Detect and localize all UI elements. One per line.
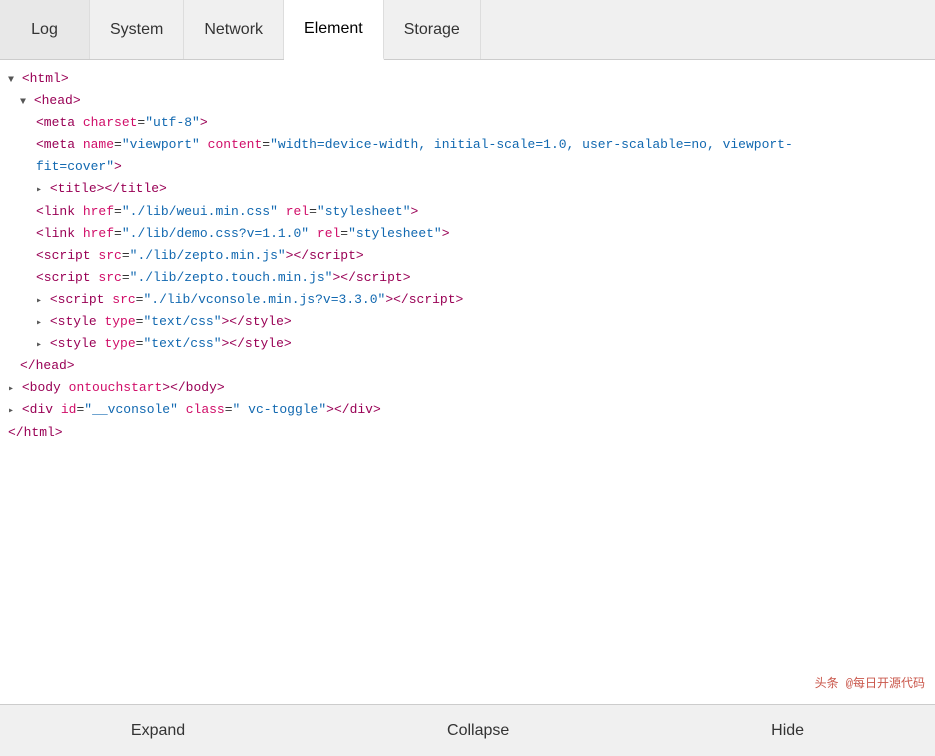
line-meta-viewport: <meta name="viewport" content="width=dev… <box>0 134 935 156</box>
tab-network[interactable]: Network <box>184 0 284 59</box>
line-html-close: </html> <box>0 422 935 444</box>
line-script-zepto-touch: <script src="./lib/zepto.touch.min.js"><… <box>0 267 935 289</box>
triangle-head[interactable]: ▼ <box>20 97 26 108</box>
triangle-script-vconsole[interactable]: ▸ <box>36 296 42 307</box>
line-link-weui: <link href="./lib/weui.min.css" rel="sty… <box>0 201 935 223</box>
line-div-vconsole: ▸ <div id="__vconsole" class=" vc-toggle… <box>0 399 935 421</box>
line-meta-viewport-cont: fit=cover"> <box>0 156 935 178</box>
line-style-1: ▸ <style type="text/css"></style> <box>0 311 935 333</box>
tab-bar: Log System Network Element Storage <box>0 0 935 60</box>
triangle-body[interactable]: ▸ <box>8 384 14 395</box>
line-html-open: ▼ <html> <box>0 68 935 90</box>
watermark: 头条 @每日开源代码 <box>815 674 925 694</box>
element-content: ▼ <html> ▼ <head> <meta charset="utf-8">… <box>0 60 935 704</box>
triangle-html[interactable]: ▼ <box>8 75 14 86</box>
line-link-demo: <link href="./lib/demo.css?v=1.1.0" rel=… <box>0 223 935 245</box>
line-script-zepto: <script src="./lib/zepto.min.js"></scrip… <box>0 245 935 267</box>
triangle-style2[interactable]: ▸ <box>36 340 42 351</box>
bottom-bar: Expand Collapse Hide <box>0 704 935 756</box>
line-meta-charset: <meta charset="utf-8"> <box>0 112 935 134</box>
expand-button[interactable]: Expand <box>101 714 215 748</box>
tab-element[interactable]: Element <box>284 0 384 60</box>
hide-button[interactable]: Hide <box>741 714 834 748</box>
tab-log[interactable]: Log <box>0 0 90 59</box>
triangle-div[interactable]: ▸ <box>8 406 14 417</box>
collapse-button[interactable]: Collapse <box>417 714 539 748</box>
triangle-style1[interactable]: ▸ <box>36 318 42 329</box>
line-style-2: ▸ <style type="text/css"></style> <box>0 333 935 355</box>
tab-system[interactable]: System <box>90 0 184 59</box>
line-body: ▸ <body ontouchstart></body> <box>0 377 935 399</box>
line-head-open: ▼ <head> <box>0 90 935 112</box>
triangle-title[interactable]: ▸ <box>36 185 42 196</box>
line-head-close: </head> <box>0 355 935 377</box>
tab-storage[interactable]: Storage <box>384 0 481 59</box>
line-title: ▸ <title></title> <box>0 178 935 200</box>
line-script-vconsole: ▸ <script src="./lib/vconsole.min.js?v=3… <box>0 289 935 311</box>
